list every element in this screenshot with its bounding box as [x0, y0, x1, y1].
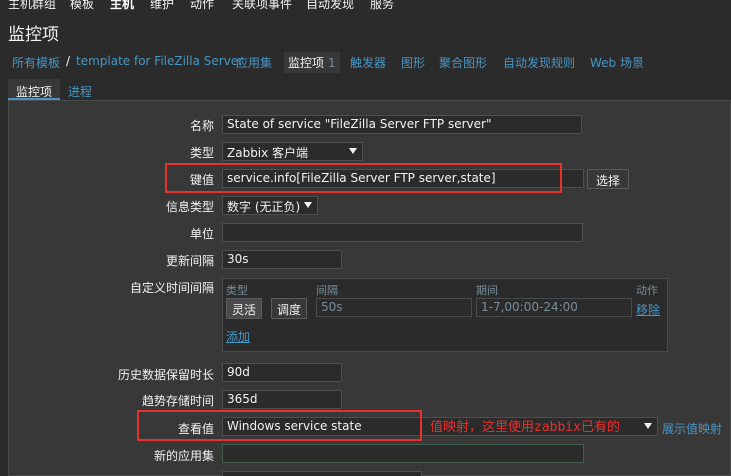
type-label: 类型: [189, 146, 214, 160]
flexible-toggle[interactable]: 灵活: [226, 298, 263, 319]
breadcrumb-all-templates[interactable]: 所有模板: [12, 54, 60, 71]
info-type-label: 信息类型: [165, 200, 214, 214]
show-value-highlight-box: [137, 410, 422, 441]
nav-discovery[interactable]: 自动发现: [306, 0, 354, 12]
scheduling-toggle[interactable]: 调度: [271, 298, 308, 319]
remove-interval-link[interactable]: 移除: [636, 301, 660, 318]
value-mapping-annotation: 值映射，这里使用zabbix已有的: [430, 420, 620, 435]
tab-applications[interactable]: 应用集: [236, 54, 272, 71]
custom-intervals-col-action: 动作: [636, 284, 658, 297]
name-field[interactable]: State of service "FileZilla Server FTP s…: [222, 115, 582, 134]
applications-list-field[interactable]: [222, 471, 422, 476]
custom-intervals-label: 自定义时间间隔: [129, 281, 214, 295]
history-label: 历史数据保留时长: [117, 368, 214, 382]
nav-maintenance[interactable]: 维护: [150, 0, 174, 12]
update-interval-label: 更新间隔: [165, 254, 214, 268]
breadcrumb-separator: /: [66, 54, 71, 68]
nav-services[interactable]: 服务: [370, 0, 394, 12]
tab-items-count: 1: [328, 56, 336, 70]
name-label: 名称: [189, 119, 214, 133]
info-type-select[interactable]: 数字 (无正负): [222, 196, 318, 215]
tab-process[interactable]: 进程: [60, 79, 100, 100]
custom-period-field[interactable]: 1-7,00:00-24:00: [476, 298, 632, 317]
units-label: 单位: [189, 227, 214, 241]
custom-intervals-col-period: 期间: [476, 284, 498, 297]
select-key-button[interactable]: 选择: [587, 169, 630, 189]
breadcrumb: 所有模板 / template for FileZilla Server 应用集…: [0, 50, 731, 74]
nav-host-groups[interactable]: 主机群组: [8, 0, 56, 12]
nav-event-correlation[interactable]: 关联项事件: [232, 0, 292, 12]
tab-discovery-rules[interactable]: 自动发现规则: [503, 54, 575, 71]
custom-interval-field[interactable]: 50s: [316, 298, 472, 317]
breadcrumb-template[interactable]: template for FileZilla Server: [76, 54, 243, 68]
update-interval-field[interactable]: 30s: [222, 250, 342, 269]
show-value-mappings-link[interactable]: 展示值映射: [662, 420, 722, 437]
trends-field[interactable]: 365d: [222, 390, 342, 409]
chevron-down-icon: [644, 423, 652, 429]
trends-label: 趋势存储时间: [141, 394, 214, 408]
page-title: 监控项: [8, 25, 59, 45]
tab-screens[interactable]: 聚合图形: [439, 54, 487, 71]
units-field[interactable]: [222, 223, 583, 242]
form-tabs: 监控项 进程: [0, 78, 731, 100]
nav-actions[interactable]: 动作: [190, 0, 214, 12]
type-select[interactable]: Zabbix 客户端: [222, 142, 363, 161]
nav-hosts[interactable]: 主机: [110, 0, 134, 12]
tab-item[interactable]: 监控项: [8, 79, 61, 100]
tab-graphs[interactable]: 图形: [401, 54, 425, 71]
tab-items-label: 监控项: [288, 56, 325, 70]
history-field[interactable]: 90d: [222, 363, 342, 382]
tab-web-scenarios[interactable]: Web 场景: [590, 54, 644, 71]
nav-templates[interactable]: 模板: [70, 0, 94, 12]
chevron-down-icon: [349, 148, 357, 154]
info-type-select-value: 数字 (无正负): [227, 200, 301, 214]
custom-intervals-col-type: 类型: [226, 284, 248, 297]
tab-triggers[interactable]: 触发器: [350, 54, 386, 71]
add-interval-link[interactable]: 添加: [226, 328, 250, 345]
tab-items[interactable]: 监控项 1: [284, 52, 340, 73]
top-navigation: 主机群组 模板 主机 维护 动作 关联项事件 自动发现 服务: [0, 0, 731, 13]
chevron-down-icon: [304, 202, 312, 208]
custom-intervals-col-interval: 间隔: [316, 284, 338, 297]
key-highlight-box: [165, 163, 562, 193]
new-application-label: 新的应用集: [153, 449, 214, 463]
new-application-field[interactable]: [222, 444, 584, 463]
type-select-value: Zabbix 客户端: [227, 146, 309, 160]
